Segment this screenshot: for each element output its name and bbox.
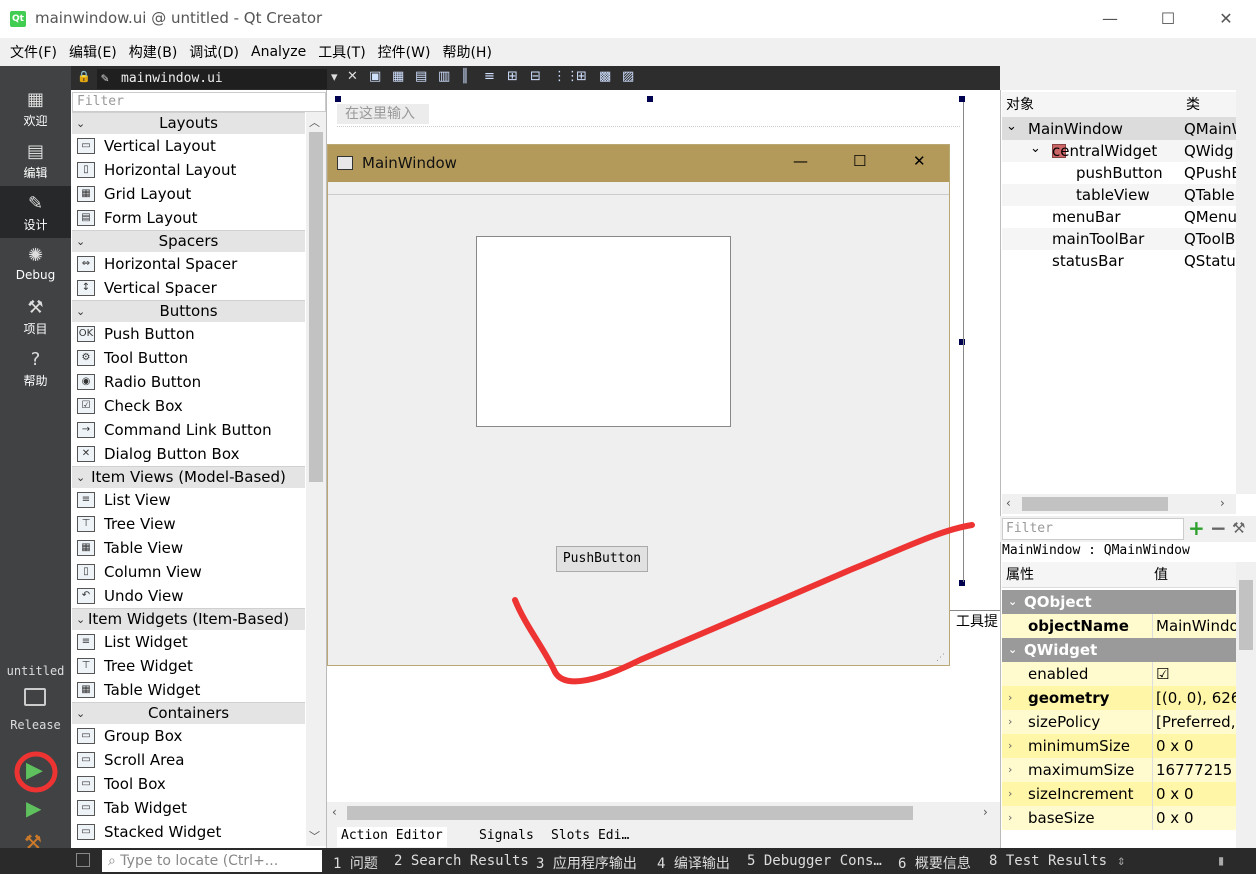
property-context: MainWindow : QMainWindow (1002, 543, 1190, 558)
chevron-right-icon[interactable]: › (1008, 686, 1012, 710)
chevron-right-icon[interactable]: › (1008, 782, 1012, 806)
property-value[interactable]: [Preferred, (1152, 710, 1236, 734)
property-row[interactable]: enabled ☑ (1002, 662, 1236, 686)
property-value[interactable]: MainWindo (1152, 614, 1236, 638)
chevron-down-icon[interactable]: ⌄ (1008, 638, 1017, 662)
value-column-header: 值 (1150, 562, 1236, 588)
object-name: statusBar (1052, 252, 1124, 270)
locator-input[interactable]: ⌕ Type to locate (Ctrl+... (102, 850, 322, 872)
object-class: QToolB (1184, 230, 1236, 248)
property-name: geometry (1028, 689, 1110, 707)
object-tree-row[interactable]: menuBar QMenu (1002, 206, 1237, 228)
property-row[interactable]: › maximumSize 16777215 x (1002, 758, 1236, 782)
object-class: QMenu (1184, 208, 1237, 226)
object-class: QWidg (1184, 142, 1234, 160)
search-icon: ⌕ (108, 853, 121, 869)
scroll-right-icon[interactable]: › (983, 805, 988, 819)
property-value[interactable]: 0 x 0 (1152, 806, 1236, 830)
circle-annotation (14, 751, 58, 793)
property-row[interactable]: › baseSize 0 x 0 (1002, 806, 1236, 830)
property-name: sizePolicy (1028, 713, 1101, 731)
property-name: sizeIncrement (1028, 785, 1134, 803)
object-tree-row[interactable]: statusBar QStatu (1002, 250, 1236, 272)
output-pane-3[interactable]: 4 编译输出 (657, 853, 730, 873)
object-tree-row[interactable]: tableView QTable (1002, 184, 1236, 206)
chevron-right-icon[interactable]: › (1008, 806, 1012, 830)
object-class: QTable (1184, 186, 1235, 204)
property-value[interactable]: 0 x 0 (1152, 734, 1236, 758)
property-filter-input[interactable]: Filter (1002, 518, 1184, 540)
object-inspector-vscrollbar[interactable] (1236, 90, 1256, 494)
property-section-1[interactable]: ⌄ QWidget (1002, 638, 1236, 662)
chevron-right-icon[interactable]: › (1008, 758, 1012, 782)
checkmark-annotation (512, 522, 975, 685)
object-name: pushButton (1076, 164, 1163, 182)
object-name: MainWindow (1028, 120, 1123, 138)
property-value[interactable]: ☑ (1152, 662, 1236, 686)
remove-property-icon[interactable]: − (1210, 516, 1227, 540)
section-title: QObject (1024, 593, 1092, 611)
status-bar: ⌕ Type to locate (Ctrl+... 1 问题 2 Search … (0, 848, 1256, 874)
scrollbar-thumb[interactable] (1022, 497, 1168, 511)
action-editor-tabs: Action Editor Signals Slots Edi… (327, 824, 1000, 848)
locator-placeholder: Type to locate (Ctrl+... (120, 853, 279, 869)
pane-switch-icon[interactable]: ⇕ (1117, 853, 1125, 869)
output-pane-1[interactable]: 2 Search Results (394, 853, 529, 869)
property-name: objectName (1028, 617, 1129, 635)
object-class: QStatu (1184, 252, 1236, 270)
output-pane-5[interactable]: 6 概要信息 (898, 853, 971, 873)
bottom-tab-1[interactable]: Signals (479, 827, 534, 847)
output-pane-2[interactable]: 3 应用程序输出 (536, 853, 637, 873)
configure-icon[interactable]: ⚒ (1232, 519, 1245, 537)
object-tree-row[interactable]: ⌄ MainWindow QMainW (1002, 116, 1246, 140)
property-name: minimumSize (1028, 737, 1130, 755)
object-tree-row[interactable]: pushButton QPushB (1002, 162, 1242, 184)
property-row[interactable]: › geometry [(0, 0), 626 x (1002, 686, 1236, 710)
output-pane-4[interactable]: 5 Debugger Cons… (747, 853, 882, 869)
object-column-header: 对象 (1002, 92, 1182, 118)
object-name: menuBar (1052, 208, 1121, 226)
object-name: centralWidget (1052, 142, 1158, 160)
property-value[interactable]: 16777215 x (1152, 758, 1236, 782)
property-column-header: 属性 (1002, 562, 1150, 588)
property-section-0[interactable]: ⌄ QObject (1002, 590, 1236, 614)
chevron-right-icon[interactable]: › (1008, 734, 1012, 758)
output-pane-6[interactable]: 8 Test Results (989, 853, 1107, 869)
object-name: mainToolBar (1052, 230, 1145, 248)
property-row[interactable]: › sizePolicy [Preferred, (1002, 710, 1236, 734)
property-row[interactable]: › minimumSize 0 x 0 (1002, 734, 1236, 758)
property-value[interactable]: [(0, 0), 626 x (1152, 686, 1236, 710)
object-tree-row[interactable]: mainToolBar QToolB (1002, 228, 1236, 250)
scroll-right-icon[interactable]: › (1220, 496, 1225, 510)
property-vscrollbar[interactable] (1236, 562, 1256, 848)
property-row[interactable]: › sizeIncrement 0 x 0 (1002, 782, 1236, 806)
toggle-sidebar-icon[interactable] (76, 853, 90, 867)
section-title: QWidget (1024, 641, 1098, 659)
property-filter-row: Filter + − ⚒ (1000, 516, 1256, 542)
scrollbar-thumb[interactable] (1239, 580, 1253, 650)
property-row[interactable]: objectName MainWindo (1002, 614, 1236, 638)
class-column-header: 类 (1182, 92, 1236, 118)
property-name: enabled (1028, 665, 1089, 683)
property-name: baseSize (1028, 809, 1095, 827)
bottom-tab-0[interactable]: Action Editor (337, 827, 447, 847)
output-pane-0[interactable]: 1 问题 (333, 853, 378, 873)
chevron-down-icon[interactable]: ⌄ (1006, 116, 1017, 138)
chevron-right-icon[interactable]: › (1008, 710, 1012, 734)
scroll-left-icon[interactable]: ‹ (1006, 496, 1011, 510)
scroll-left-icon[interactable]: ‹ (332, 805, 337, 819)
panel-toggle-icon[interactable]: ▮ (1217, 853, 1225, 869)
object-inspector-hscrollbar[interactable]: ‹ › (1002, 494, 1236, 514)
scrollbar-thumb[interactable] (347, 806, 913, 820)
object-class: QPushB (1184, 164, 1242, 182)
property-name: maximumSize (1028, 761, 1135, 779)
add-property-icon[interactable]: + (1188, 516, 1205, 540)
property-value[interactable]: 0 x 0 (1152, 782, 1236, 806)
object-tree-row[interactable]: ⌄ centralWidget QWidg (1002, 140, 1236, 162)
chevron-down-icon[interactable]: ⌄ (1008, 590, 1017, 614)
object-name: tableView (1076, 186, 1150, 204)
bottom-tab-2[interactable]: Slots Edi… (551, 827, 629, 847)
canvas-hscrollbar[interactable]: ‹ › (327, 802, 1000, 824)
chevron-down-icon[interactable]: ⌄ (1030, 138, 1041, 160)
